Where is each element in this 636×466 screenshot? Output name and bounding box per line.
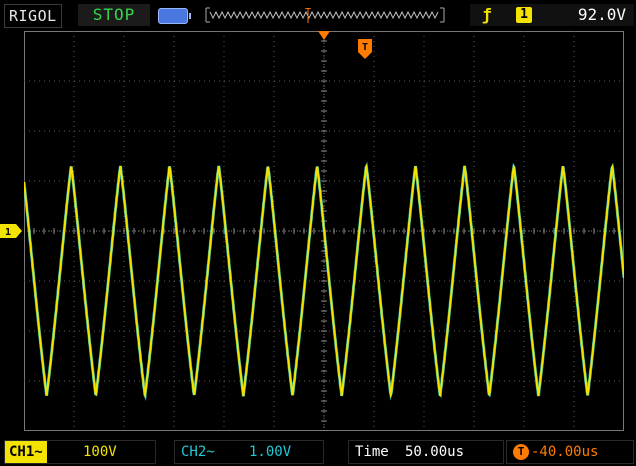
trigger-level-value: 92.0V bbox=[577, 5, 626, 24]
trigger-offset-setting[interactable]: T -40.00us bbox=[506, 440, 634, 464]
ch1-ground-label: 1 bbox=[5, 227, 11, 238]
bottom-status-bar: CH1~ 100V CH2~ 1.00V Time 50.00us T -40.… bbox=[0, 436, 636, 466]
trigger-position-icon[interactable] bbox=[318, 31, 330, 40]
trigger-info[interactable]: ƒ 1 92.0V bbox=[470, 4, 634, 26]
top-status-bar: RIGOL STOP T ƒ 1 92.0V bbox=[0, 0, 636, 30]
ch1-ground-marker-icon[interactable]: 1 bbox=[0, 224, 22, 238]
rising-edge-icon: ƒ bbox=[482, 5, 492, 24]
ch2-setting[interactable]: CH2~ 1.00V bbox=[174, 440, 324, 464]
ch1-badge: CH1~ bbox=[5, 441, 47, 463]
waveform-display[interactable] bbox=[24, 31, 624, 431]
memory-position-strip[interactable]: T bbox=[204, 6, 446, 24]
timebase-setting[interactable]: Time 50.00us bbox=[348, 440, 504, 464]
ch1-scale-value: 100V bbox=[83, 444, 117, 460]
waveform-svg bbox=[24, 31, 624, 431]
run-stop-status[interactable]: STOP bbox=[78, 4, 150, 26]
trigger-level-flag-icon[interactable]: T bbox=[358, 39, 372, 59]
memory-depth-icon bbox=[158, 8, 191, 24]
memory-strip-svg: T bbox=[205, 7, 445, 23]
ch1-setting[interactable]: CH1~ 100V bbox=[4, 440, 156, 464]
ch1-label: CH1 bbox=[9, 444, 35, 460]
trigger-offset-icon: T bbox=[513, 444, 529, 460]
trigger-flag-label: T bbox=[362, 42, 368, 53]
trigger-source-badge: 1 bbox=[516, 7, 532, 23]
trigger-offset-value: -40.00us bbox=[531, 444, 599, 460]
time-value: 50.00us bbox=[405, 444, 465, 460]
time-label: Time bbox=[355, 444, 389, 460]
ch2-scale-value: 1.00V bbox=[249, 444, 292, 460]
brand-label: RIGOL bbox=[4, 4, 62, 28]
ch2-label: CH2~ bbox=[181, 444, 215, 460]
